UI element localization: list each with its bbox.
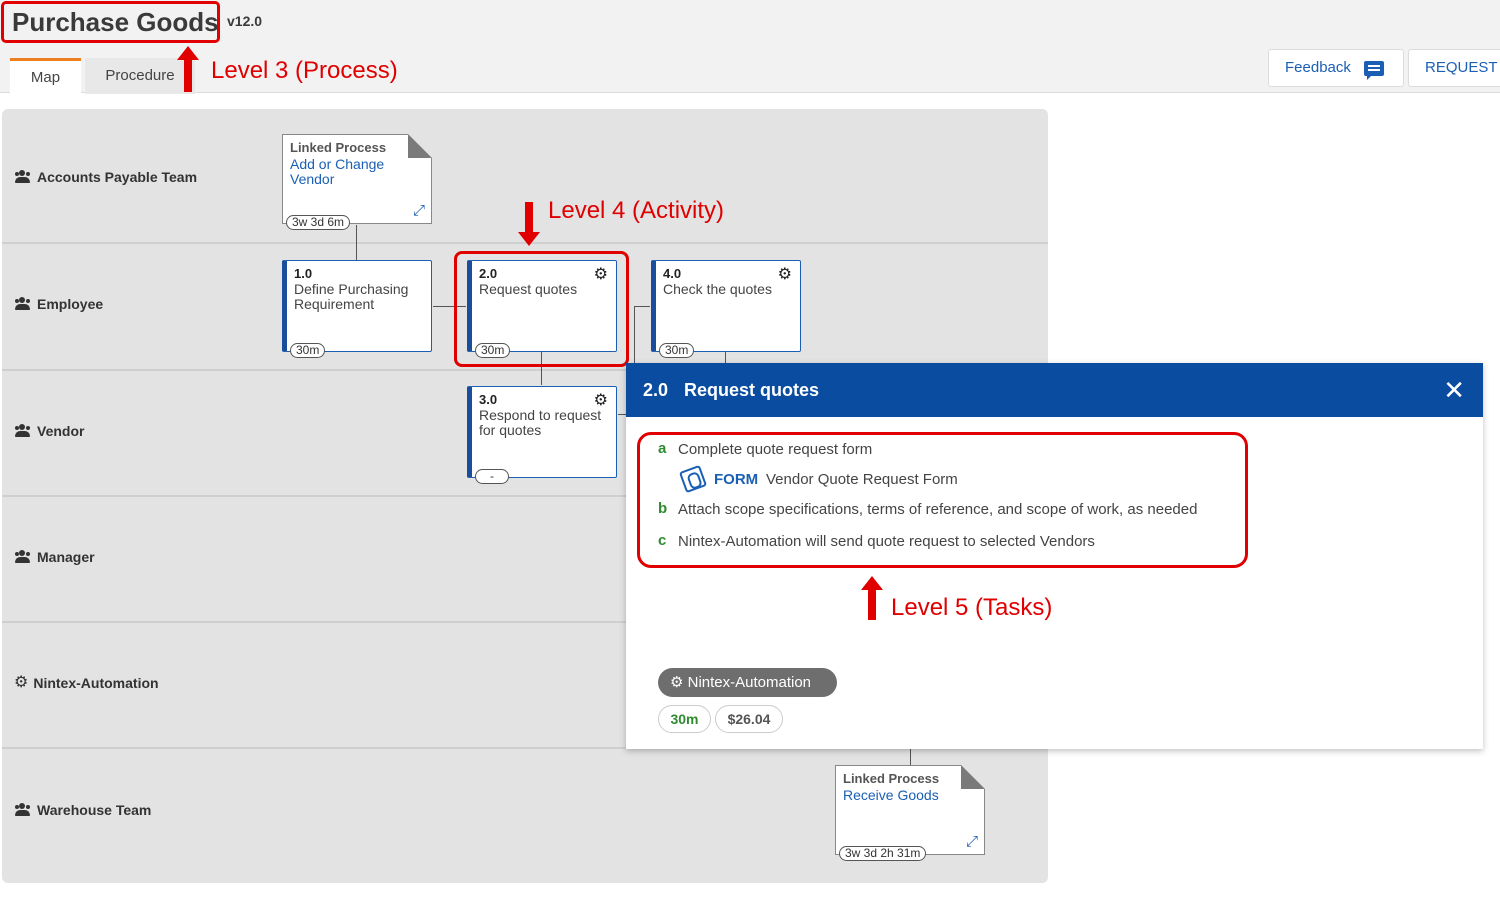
activity-highlight [454, 251, 629, 367]
activity-3-0[interactable]: 3.0 Respond to request for quotes ⚙ - [467, 386, 617, 484]
level4-annotation: Level 4 (Activity) [548, 197, 725, 224]
lane-warehouse-team[interactable]: Warehouse Team [14, 802, 151, 818]
activity-number: 4.0 [663, 266, 682, 281]
connector [910, 749, 911, 765]
activity-name: Check the quotes [663, 281, 772, 297]
feedback-label: Feedback [1285, 59, 1351, 76]
duration-badge: - [475, 469, 509, 484]
time-badge: 30m [658, 705, 711, 733]
linked-process-add-vendor[interactable]: Linked Process Add or Change Vendor ⤢ 3w… [282, 134, 432, 230]
people-icon [14, 170, 32, 184]
popup-title: Request quotes [684, 380, 820, 400]
close-icon[interactable]: ✕ [1443, 375, 1465, 406]
level3-arrow-icon [177, 46, 199, 92]
expand-icon[interactable]: ⤢ [966, 833, 978, 850]
connector [356, 225, 357, 260]
title-highlight: Purchase Goods [1, 1, 220, 43]
activity-name: Respond to request for quotes [479, 407, 602, 438]
linked-process-heading: Linked Process [843, 771, 940, 786]
level5-annotation: Level 5 (Tasks) [891, 594, 1053, 621]
level3-annotation: Level 3 (Process) [211, 57, 398, 84]
lane-label: Warehouse Team [37, 802, 152, 818]
system-name: Nintex-Automation [687, 674, 812, 691]
lane-label: Nintex-Automation [33, 675, 159, 691]
lane-manager[interactable]: Manager [14, 549, 95, 565]
linked-process-link[interactable]: Add or Change Vendor [290, 157, 400, 187]
duration-badge: 30m [290, 343, 326, 358]
request-label: REQUEST A [1425, 59, 1500, 76]
activity-1-0[interactable]: 1.0 Define Purchasing Requirement 30m [282, 260, 432, 358]
level5-arrow-icon [861, 576, 883, 620]
chat-icon [1364, 61, 1384, 80]
page-corner-icon [408, 134, 432, 158]
connector [634, 306, 650, 307]
lane-label: Accounts Payable Team [37, 169, 198, 185]
lane-accounts-payable[interactable]: Accounts Payable Team [14, 169, 197, 185]
lane-label: Manager [37, 549, 95, 565]
tab-map[interactable]: Map [10, 58, 81, 94]
duration-badge: 30m [659, 343, 695, 358]
request-button[interactable]: REQUEST A [1408, 49, 1500, 87]
people-icon [14, 550, 32, 564]
gear-icon: ⚙ [777, 266, 792, 283]
cost-badge: $26.04 [715, 705, 783, 733]
feedback-button[interactable]: Feedback [1268, 49, 1404, 87]
linked-process-link[interactable]: Receive Goods [843, 788, 953, 803]
people-icon [14, 803, 32, 817]
gear-icon: ⚙ [14, 674, 29, 691]
activity-number: 1.0 [294, 266, 313, 281]
activity-4-0[interactable]: 4.0 Check the quotes ⚙ 30m [651, 260, 801, 358]
activity-number: 3.0 [479, 392, 498, 407]
popup-header: 2.0 Request quotes ✕ [626, 363, 1483, 417]
lane-vendor[interactable]: Vendor [14, 423, 84, 439]
page-title: Purchase Goods [12, 7, 219, 37]
level4-arrow-icon [518, 202, 540, 246]
linked-process-receive-goods[interactable]: Linked Process Receive Goods ⤢ 3w 3d 2h … [835, 765, 985, 861]
popup-number: 2.0 [643, 380, 669, 400]
lane-employee[interactable]: Employee [14, 296, 103, 312]
system-badge[interactable]: ⚙ Nintex-Automation [658, 668, 837, 697]
tasks-highlight [637, 432, 1248, 568]
expand-icon[interactable]: ⤢ [413, 202, 425, 219]
duration-badge: 3w 3d 2h 31m [839, 846, 927, 861]
version-label: v12.0 [227, 13, 263, 29]
page-corner-icon [961, 765, 985, 789]
activity-name: Define Purchasing Requirement [294, 281, 409, 312]
linked-process-heading: Linked Process [290, 140, 387, 155]
people-icon [14, 297, 32, 311]
activity-detail-popup: 2.0 Request quotes ✕ a Complete quote re… [626, 363, 1483, 749]
gear-icon: ⚙ [593, 392, 608, 409]
lane-label: Vendor [37, 423, 85, 439]
lane-nintex-automation[interactable]: ⚙ Nintex-Automation [14, 674, 159, 692]
gear-icon: ⚙ [670, 674, 684, 691]
lane-label: Employee [37, 296, 104, 312]
duration-badge: 3w 3d 6m [286, 215, 351, 230]
people-icon [14, 424, 32, 438]
